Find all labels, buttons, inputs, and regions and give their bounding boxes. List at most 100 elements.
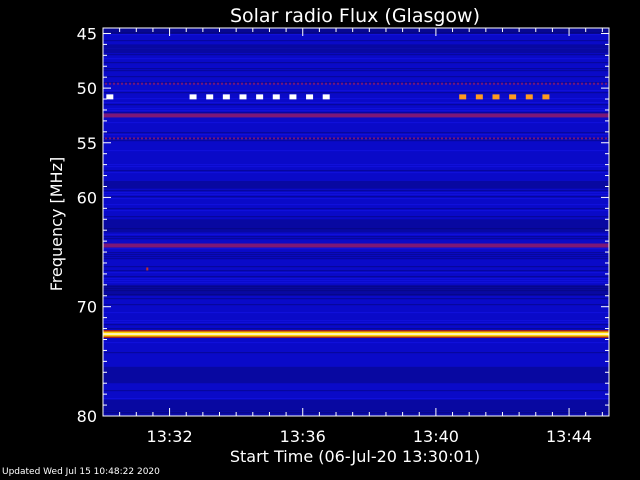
interference-dot xyxy=(509,137,511,140)
interference-dot xyxy=(309,82,311,85)
interference-dot xyxy=(257,137,259,140)
interference-dot xyxy=(293,137,295,140)
heatmap-stripe xyxy=(103,76,609,78)
interference-dot xyxy=(225,137,227,140)
interference-dot xyxy=(525,137,527,140)
interference-dot xyxy=(589,137,591,140)
interference-dot xyxy=(193,137,195,140)
interference-dot xyxy=(509,82,511,85)
interference-dot xyxy=(229,82,231,85)
interference-dot xyxy=(549,82,551,85)
interference-dot xyxy=(425,137,427,140)
interference-dot xyxy=(165,82,167,85)
heatmap-stripe xyxy=(103,272,609,274)
interference-dot xyxy=(253,137,255,140)
interference-dot xyxy=(153,82,155,85)
heatmap-stripe xyxy=(103,254,609,256)
heatmap-stripe xyxy=(103,62,609,64)
interference-dot xyxy=(245,137,247,140)
interference-dot xyxy=(441,82,443,85)
interference-dot xyxy=(341,137,343,140)
interference-dot xyxy=(385,137,387,140)
interference-dot xyxy=(185,137,187,140)
interference-dot xyxy=(313,137,315,140)
interference-dot xyxy=(261,82,263,85)
interference-dot xyxy=(197,82,199,85)
interference-dot xyxy=(217,137,219,140)
heatmap-stripe xyxy=(103,236,609,238)
white-dash-marker xyxy=(222,94,230,100)
interference-dot xyxy=(149,82,151,85)
interference-dot xyxy=(281,137,283,140)
heatmap-stripe xyxy=(103,40,609,42)
interference-dot xyxy=(533,137,535,140)
y-tick-label: 70 xyxy=(77,298,97,317)
interference-dot xyxy=(393,82,395,85)
heatmap-dark-band xyxy=(103,366,609,384)
white-dash-marker xyxy=(272,94,280,100)
interference-dot xyxy=(137,137,139,140)
interference-dot xyxy=(245,82,247,85)
interference-dot xyxy=(565,137,567,140)
interference-dot xyxy=(109,137,111,140)
heatmap-dark-band xyxy=(103,181,609,189)
interference-dot xyxy=(493,137,495,140)
heatmap-stripe xyxy=(103,166,609,168)
interference-dot xyxy=(209,82,211,85)
interference-dot xyxy=(541,82,543,85)
interference-dot xyxy=(529,137,531,140)
interference-dot xyxy=(345,82,347,85)
interference-dot xyxy=(413,137,415,140)
interference-dot xyxy=(189,82,191,85)
interference-dot xyxy=(585,82,587,85)
heatmap-stripe xyxy=(103,298,609,300)
interference-dot xyxy=(201,137,203,140)
heatmap-stripe xyxy=(103,170,609,172)
interference-dot xyxy=(481,82,483,85)
interference-dot xyxy=(285,82,287,85)
x-tick-label: 13:40 xyxy=(413,427,459,446)
heatmap-stripe xyxy=(103,110,609,112)
interference-dot xyxy=(117,137,119,140)
interference-dot xyxy=(109,82,111,85)
interference-dot xyxy=(409,137,411,140)
interference-dot xyxy=(429,82,431,85)
interference-dot xyxy=(473,82,475,85)
heatmap-stripe xyxy=(103,322,609,324)
interference-dot xyxy=(557,137,559,140)
interference-dot xyxy=(221,82,223,85)
interference-dot xyxy=(173,137,175,140)
interference-dot xyxy=(465,82,467,85)
spectrogram-heatmap xyxy=(103,28,609,416)
orange-dash-marker xyxy=(525,94,533,100)
interference-dot xyxy=(493,82,495,85)
interference-dot xyxy=(401,137,403,140)
interference-dot xyxy=(157,82,159,85)
interference-dot xyxy=(325,82,327,85)
heatmap-stripe xyxy=(103,276,609,278)
interference-dot xyxy=(257,82,259,85)
heatmap-stripe xyxy=(103,198,609,200)
interference-dot xyxy=(469,82,471,85)
interference-dot xyxy=(169,82,171,85)
interference-dot xyxy=(193,82,195,85)
interference-dot xyxy=(133,137,135,140)
interference-dot xyxy=(329,82,331,85)
interference-dot xyxy=(473,137,475,140)
interference-dot xyxy=(129,82,131,85)
interference-dot xyxy=(377,137,379,140)
heatmap-bottom-edge xyxy=(103,410,609,416)
interference-speck xyxy=(146,267,149,271)
interference-dot xyxy=(401,82,403,85)
interference-dot xyxy=(125,82,127,85)
interference-dot xyxy=(537,137,539,140)
interference-dot xyxy=(141,137,143,140)
interference-dot xyxy=(445,137,447,140)
interference-dot xyxy=(177,82,179,85)
interference-dot xyxy=(449,82,451,85)
white-dash-marker xyxy=(306,94,314,100)
interference-dot xyxy=(449,137,451,140)
heatmap-stripe xyxy=(103,196,609,198)
y-tick-label: 55 xyxy=(77,134,97,153)
interference-dot xyxy=(125,137,127,140)
